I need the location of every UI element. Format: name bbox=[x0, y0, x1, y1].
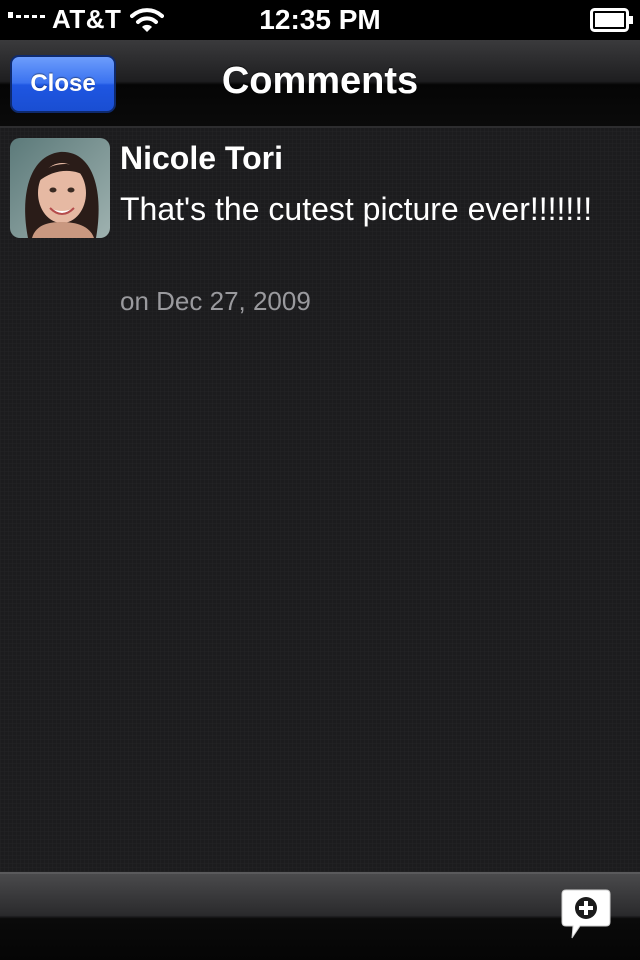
comment-text: That's the cutest picture ever!!!!!!! bbox=[120, 191, 593, 227]
avatar bbox=[10, 138, 110, 238]
comment-item: Nicole Tori That's the cutest picture ev… bbox=[0, 128, 640, 328]
status-time: 12:35 PM bbox=[259, 4, 381, 35]
status-bar: AT&T 12:35 PM bbox=[0, 0, 640, 40]
page-title: Comments bbox=[221, 60, 419, 102]
add-comment-icon[interactable] bbox=[560, 888, 612, 944]
battery-icon bbox=[590, 8, 634, 37]
comment-date: on Dec 27, 2009 bbox=[120, 286, 311, 316]
navigation-bar: Close Comments bbox=[0, 40, 640, 128]
comments-list: Nicole Tori That's the cutest picture ev… bbox=[0, 128, 640, 872]
comment-author: Nicole Tori bbox=[120, 140, 283, 176]
bottom-toolbar bbox=[0, 872, 640, 960]
